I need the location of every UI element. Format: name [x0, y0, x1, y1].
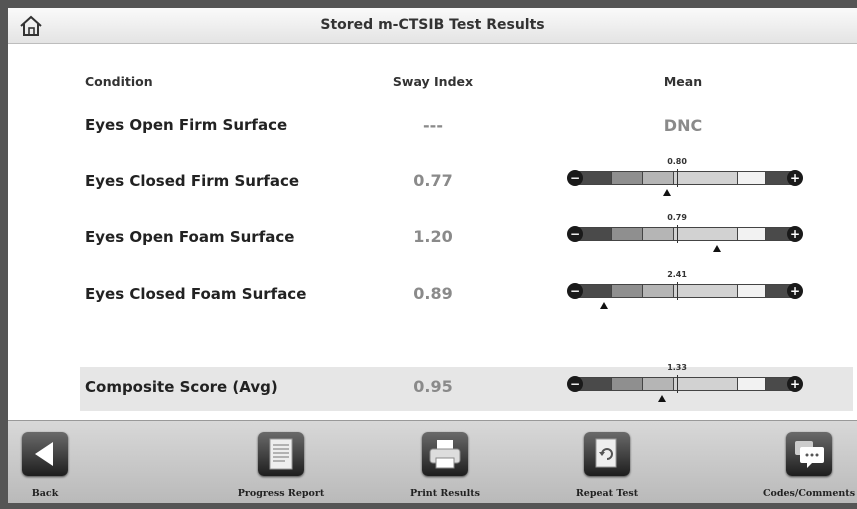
condition-label: Eyes Closed Foam Surface — [85, 285, 307, 303]
condition-label: Eyes Open Foam Surface — [85, 228, 295, 246]
sway-index-value: 0.77 — [413, 171, 453, 190]
composite-sway-value: 0.95 — [413, 377, 453, 396]
codes-comments-button[interactable]: Codes/Comments — [757, 421, 857, 503]
gauge-segment — [737, 285, 767, 297]
back-label: Back — [31, 488, 59, 499]
minus-icon: − — [567, 283, 583, 299]
gauge-segment — [673, 285, 738, 297]
minus-icon: − — [567, 376, 583, 392]
plus-icon: + — [787, 170, 803, 186]
print-results-label: Print Results — [410, 488, 480, 499]
plus-icon: + — [787, 226, 803, 242]
mean-line — [677, 375, 679, 393]
printer-icon — [422, 432, 468, 476]
mean-value-label: 0.80 — [667, 157, 687, 166]
mean-gauge: − +0.80 — [567, 157, 803, 196]
gauge-segment — [643, 378, 674, 390]
composite-gauge: − +1.33 — [567, 363, 803, 402]
bottom-toolbar: Back Progress Report Print Results Repea… — [8, 420, 857, 503]
repeat-icon — [584, 432, 630, 476]
repeat-test-button[interactable]: Repeat Test — [552, 421, 662, 503]
minus-icon: − — [567, 226, 583, 242]
gauge-track — [575, 284, 795, 298]
gauge-track — [575, 227, 795, 241]
device-frame: Stored m-CTSIB Test Results Condition Sw… — [0, 0, 857, 509]
gauge-segment — [643, 285, 674, 297]
repeat-test-label: Repeat Test — [575, 488, 639, 499]
gauge-segment — [643, 228, 674, 240]
sway-index-value: 0.89 — [413, 284, 453, 303]
plus-icon: + — [787, 376, 803, 392]
condition-label: Eyes Closed Firm Surface — [85, 172, 300, 190]
gauge-segment — [737, 378, 767, 390]
gauge-segment — [673, 228, 738, 240]
column-header-condition: Condition — [85, 74, 153, 89]
mean-dnc-text: DNC — [663, 116, 703, 135]
gauge-segment — [737, 228, 767, 240]
comments-icon — [786, 432, 832, 476]
mean-gauge: − +2.41 — [567, 270, 803, 309]
mean-gauge: − +0.79 — [567, 213, 803, 252]
mean-value-label: 1.33 — [667, 363, 687, 372]
sway-marker-icon — [663, 189, 672, 196]
gauge-segment — [673, 172, 738, 184]
sway-index-value: 1.20 — [413, 227, 453, 246]
title-bar: Stored m-CTSIB Test Results — [8, 8, 857, 44]
sway-marker-icon — [713, 245, 722, 252]
gauge-segment — [612, 285, 644, 297]
mean-value-label: 0.79 — [667, 213, 687, 222]
gauge-segment — [612, 228, 644, 240]
gauge-track — [575, 171, 795, 185]
gauge-segment — [673, 378, 738, 390]
column-header-mean: Mean — [663, 74, 703, 89]
mean-line — [677, 225, 679, 243]
sway-marker-icon — [599, 302, 608, 309]
back-arrow-icon — [22, 432, 68, 476]
progress-report-label: Progress Report — [237, 488, 325, 499]
gauge-segment — [643, 172, 674, 184]
mean-value-label: 2.41 — [667, 270, 687, 279]
page-title: Stored m-CTSIB Test Results — [320, 17, 545, 33]
composite-label: Composite Score (Avg) — [85, 378, 278, 396]
codes-comments-label: Codes/Comments — [762, 488, 856, 499]
sway-index-value: --- — [423, 116, 443, 135]
sway-marker-icon — [658, 395, 667, 402]
gauge-track — [575, 377, 795, 391]
gauge-segment — [612, 378, 644, 390]
gauge-segment — [612, 172, 644, 184]
back-button[interactable]: Back — [8, 421, 100, 503]
column-header-sway-index: Sway Index — [392, 74, 474, 89]
mean-line — [677, 282, 679, 300]
print-results-button[interactable]: Print Results — [390, 421, 500, 503]
report-document-icon — [258, 432, 304, 476]
plus-icon: + — [787, 283, 803, 299]
condition-label: Eyes Open Firm Surface — [85, 116, 288, 134]
gauge-segment — [737, 172, 767, 184]
mean-line — [677, 169, 679, 187]
screen: Stored m-CTSIB Test Results Condition Sw… — [8, 8, 857, 503]
minus-icon: − — [567, 170, 583, 186]
progress-report-button[interactable]: Progress Report — [226, 421, 336, 503]
